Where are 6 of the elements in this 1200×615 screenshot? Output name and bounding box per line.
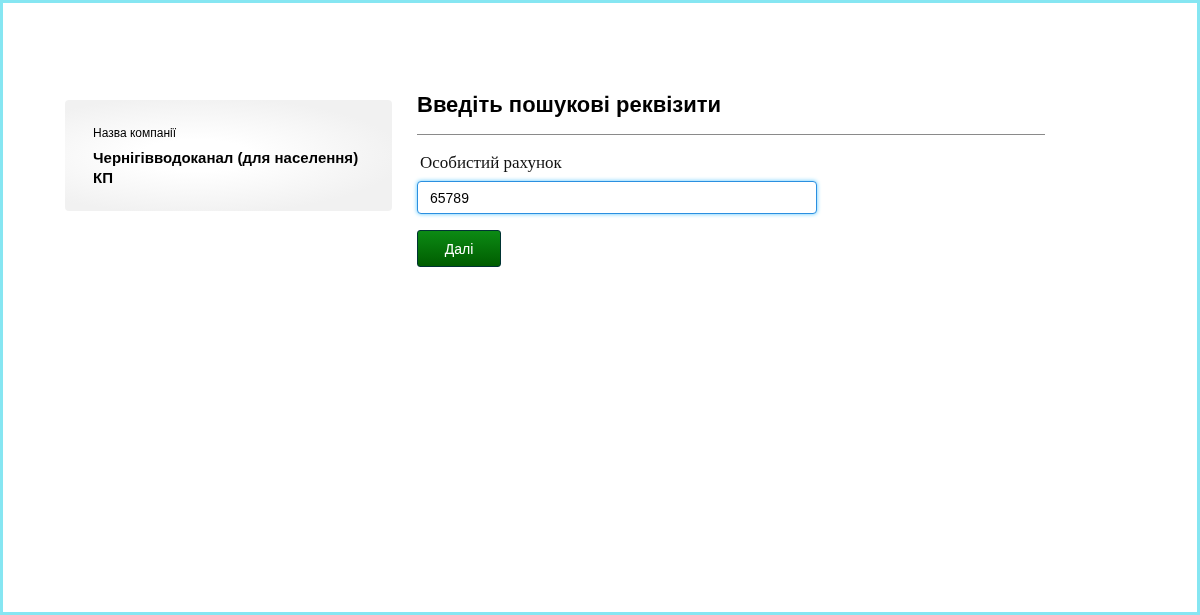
account-input-field[interactable]: 65789 [417, 181, 817, 214]
company-label: Назва компанії [93, 126, 178, 140]
company-name: Чернігівводоканал (для населення) КП [93, 148, 360, 188]
next-button[interactable]: Далі [417, 230, 501, 267]
form-title: Введіть пошукові реквізити [417, 91, 723, 119]
field-label: Особистий рахунок [420, 153, 563, 173]
